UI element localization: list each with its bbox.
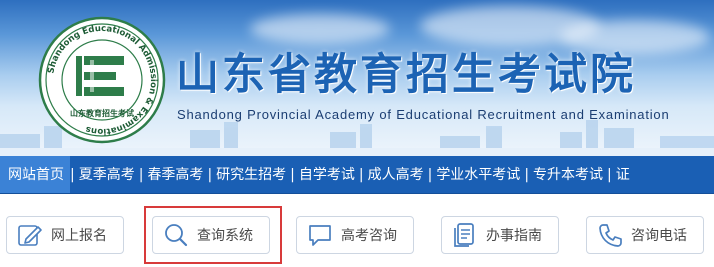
nav-item-certificate[interactable]: 证 [612, 156, 634, 193]
nav-item-upgrade-exam[interactable]: 专升本考试 [529, 156, 607, 193]
nav-item-graduate-exam[interactable]: 研究生招考 [212, 156, 290, 193]
consultation-phone-label: 咨询电话 [631, 228, 687, 244]
pencil-edit-icon [18, 225, 42, 246]
nav-item-self-study-exam[interactable]: 自学考试 [295, 156, 359, 193]
nav-item-summer-gaokao[interactable]: 夏季高考 [75, 156, 139, 193]
service-guide-button[interactable]: 办事指南 [441, 216, 559, 254]
nav-item-adult-gaokao[interactable]: 成人高考 [364, 156, 428, 193]
site-logo[interactable]: Shandong Educational Admission & Examina… [38, 16, 166, 144]
site-title: 山东省教育招生考试院 [176, 50, 636, 100]
online-registration-label: 网上报名 [51, 228, 107, 244]
query-system-button[interactable]: 查询系统 [152, 216, 270, 254]
phone-icon [599, 224, 622, 247]
site-subtitle: Shandong Provincial Academy of Education… [177, 107, 670, 122]
search-icon [165, 224, 188, 247]
consultation-phone-button[interactable]: 咨询电话 [586, 216, 704, 254]
main-nav: 网站首页 | 夏季高考 | 春季高考 | 研究生招考 | 自学考试 | 成人高考… [0, 156, 714, 194]
nav-item-home[interactable]: 网站首页 [0, 156, 70, 193]
query-system-label: 查询系统 [197, 228, 253, 244]
logo-inner-text: 山东教育招生考试 [70, 108, 134, 118]
document-icon [454, 223, 474, 247]
service-guide-label: 办事指南 [486, 228, 542, 244]
chat-bubble-icon [309, 225, 331, 246]
gaokao-consultation-button[interactable]: 高考咨询 [296, 216, 414, 254]
online-registration-button[interactable]: 网上报名 [6, 216, 124, 254]
nav-item-spring-gaokao[interactable]: 春季高考 [143, 156, 207, 193]
quick-links: 网上报名 查询系统 高考咨询 办事指南 咨询电话 [0, 194, 714, 267]
nav-item-academic-level-exam[interactable]: 学业水平考试 [432, 156, 524, 193]
header-banner: Shandong Educational Admission & Examina… [0, 0, 714, 156]
gaokao-consultation-label: 高考咨询 [341, 228, 397, 244]
